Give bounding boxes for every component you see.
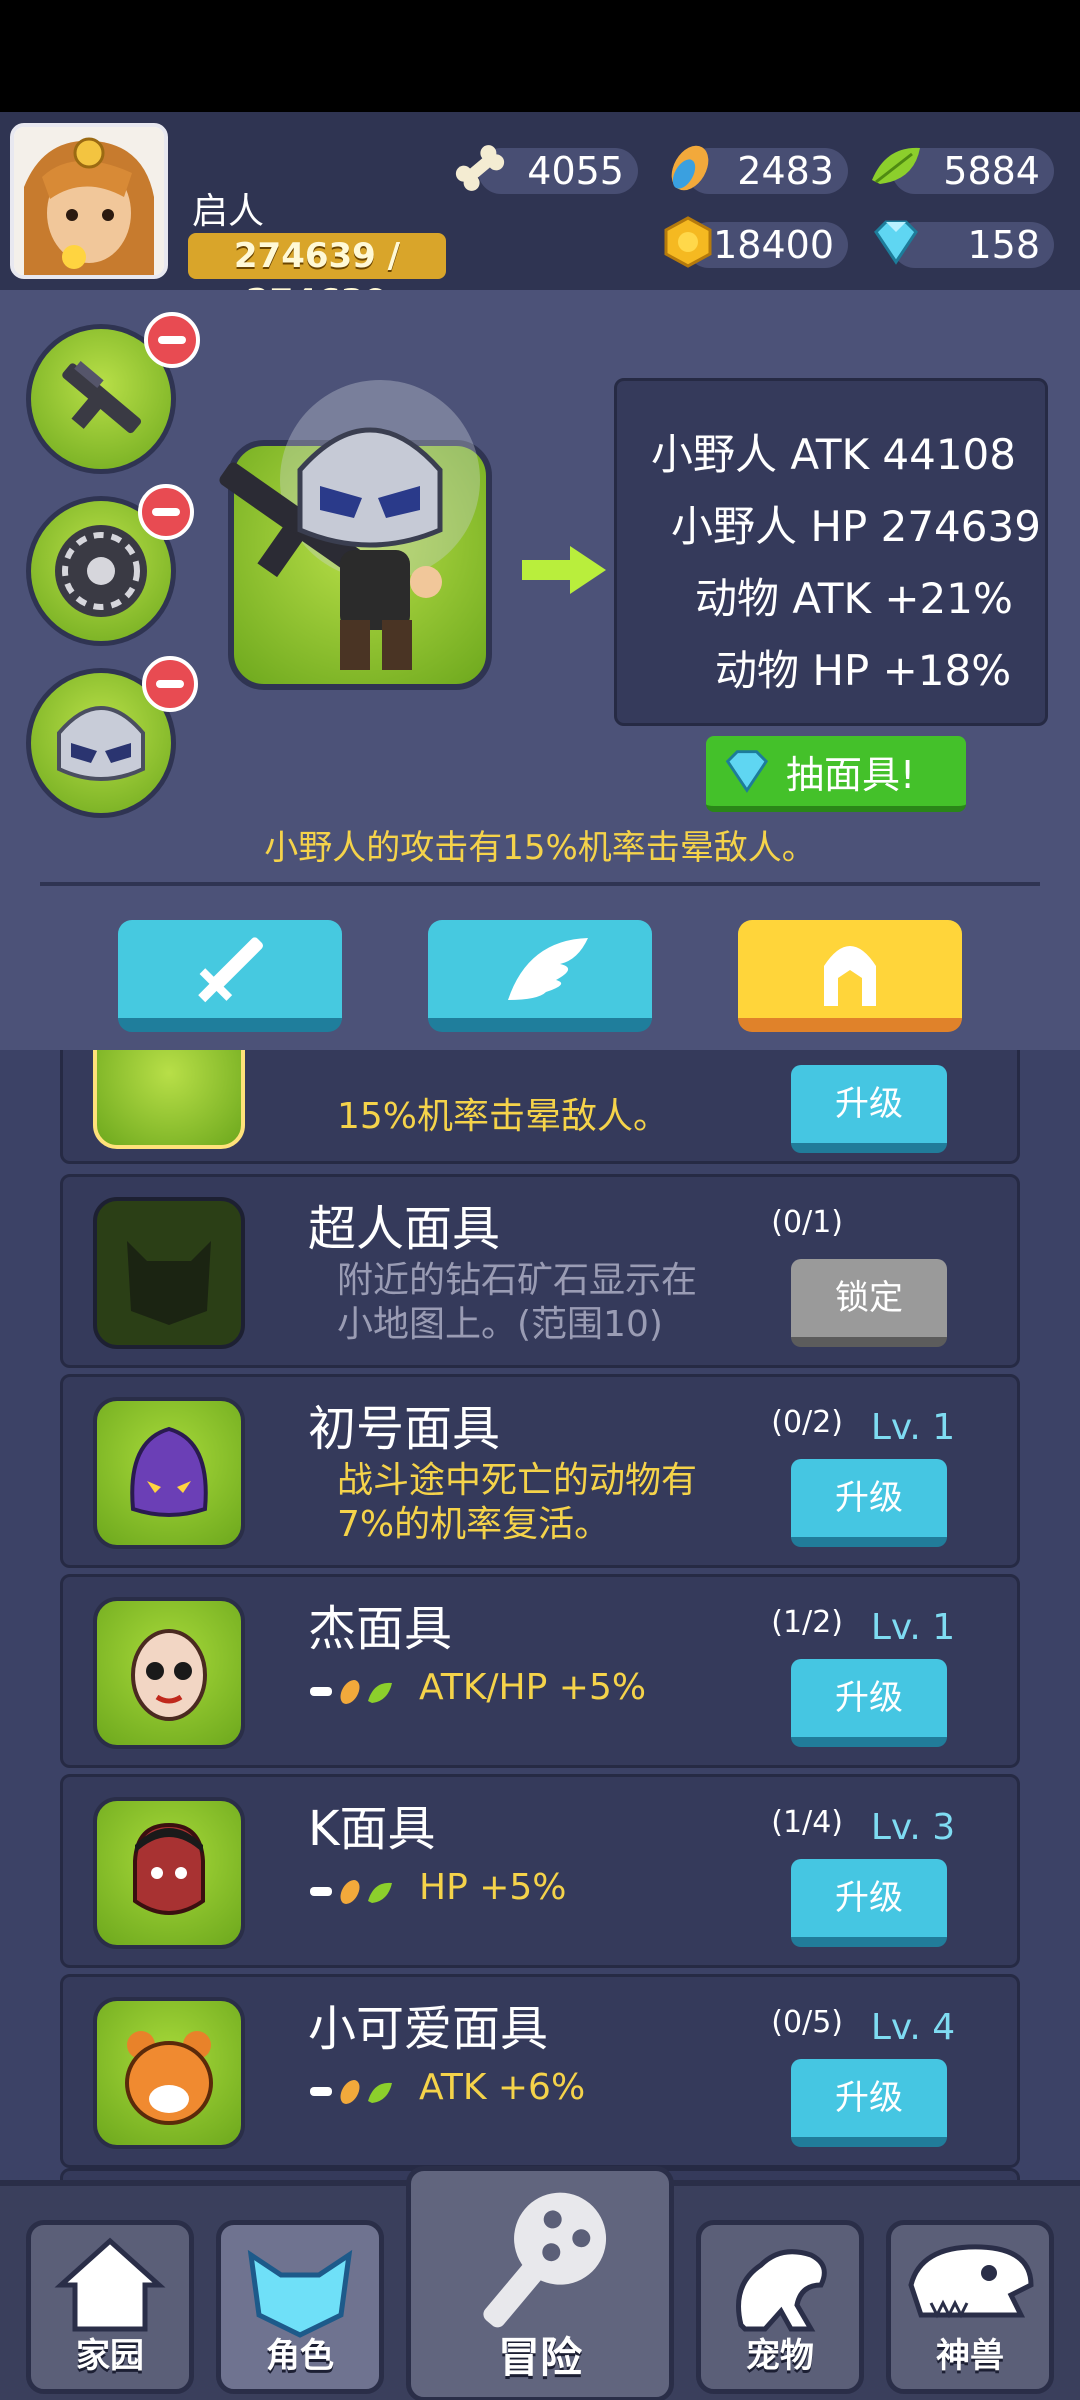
meat-icon xyxy=(660,140,716,196)
mask-count: (1/4) xyxy=(771,1805,843,1840)
divider xyxy=(40,882,1040,886)
arrow-right-icon xyxy=(514,540,614,600)
mask-icon xyxy=(247,2249,353,2338)
locked-button[interactable]: 锁定 xyxy=(791,1259,947,1347)
nav-home-button[interactable]: 家园 xyxy=(26,2220,194,2394)
diamond-icon xyxy=(866,214,922,270)
nav-character-button[interactable]: 角色 xyxy=(216,2220,384,2394)
tab-accessory[interactable] xyxy=(428,920,652,1032)
tab-weapon[interactable] xyxy=(118,920,342,1032)
mask-icon xyxy=(93,1397,245,1549)
mask-icon xyxy=(93,1797,245,1949)
list-item-k-mask: K面具 (1/4) Lv. 3 HP +5% 升级 xyxy=(60,1774,1020,1968)
upgrade-button[interactable]: 升级 xyxy=(791,1859,947,1947)
mask-skill-description: 小野人的攻击有15%机率击晕敌人。 xyxy=(264,828,816,868)
status-bar xyxy=(0,0,1080,112)
upgrade-button[interactable]: 升级 xyxy=(791,1459,947,1547)
upgrade-button[interactable]: 升级 xyxy=(791,2059,947,2147)
house-icon xyxy=(54,2237,166,2332)
wing-icon xyxy=(508,938,588,1000)
nav-adventure-button[interactable]: 冒险 xyxy=(406,2166,674,2400)
diamond-icon xyxy=(718,744,772,802)
resource-mini-icons xyxy=(308,1875,394,1909)
helmet-icon xyxy=(824,946,876,1006)
resource-mini-icons xyxy=(308,2075,394,2109)
hero-character xyxy=(190,360,530,700)
mask-level: Lv. 4 xyxy=(870,2007,956,2048)
list-item-jie-mask: 杰面具 (1/2) Lv. 1 ATK/HP +5% 升级 xyxy=(60,1574,1020,1768)
mask-level: Lv. 1 xyxy=(870,1607,956,1648)
hero-hp-stat: 小野人 HP 274639 xyxy=(671,502,1041,551)
skull-icon xyxy=(908,2244,1034,2319)
player-name: 启人 xyxy=(192,191,265,232)
draw-mask-button[interactable]: 抽面具! xyxy=(706,736,966,812)
animal-hp-stat: 动物 HP +18% xyxy=(715,646,1012,695)
mask-count: (1/2) xyxy=(771,1605,843,1640)
mask-icon xyxy=(93,1597,245,1749)
dinosaur-icon xyxy=(736,2249,827,2332)
bottom-navigation: 家园 角色 冒险 宠物 神兽 xyxy=(0,2166,1080,2400)
resource-mini-icons xyxy=(308,1675,394,1709)
mask-name: 初号面具 xyxy=(308,1401,501,1457)
mask-level: Lv. 3 xyxy=(870,1807,956,1848)
club-icon xyxy=(483,2192,607,2328)
list-item-eva-mask: 初号面具 (0/2) Lv. 1 战斗途中死亡的动物有 7%的机率复活。 升级 xyxy=(60,1374,1020,1568)
list-item-cute-mask: 小可爱面具 (0/5) Lv. 4 ATK +6% 升级 xyxy=(60,1974,1020,2168)
mask-description: 15%机率击晕敌人。 xyxy=(337,1096,670,1137)
upgrade-button[interactable]: 升级 xyxy=(791,1659,947,1747)
mask-bonus: ATK +6% xyxy=(419,2067,586,2108)
hero-atk-stat: 小野人 ATK 44108 xyxy=(651,430,1016,479)
nav-pet-button[interactable]: 宠物 xyxy=(696,2220,864,2394)
mask-count: (0/2) xyxy=(771,1405,843,1440)
mask-count: (0/1) xyxy=(771,1205,843,1240)
mask-icon-locked xyxy=(93,1197,245,1349)
player-avatar[interactable] xyxy=(10,123,168,279)
remove-accessory-button[interactable] xyxy=(138,484,194,540)
mask-description: 附近的钻石矿石显示在 小地图上。(范围10) xyxy=(337,1260,698,1345)
mask-name: 超人面具 xyxy=(308,1201,501,1257)
animal-atk-stat: 动物 ATK +21% xyxy=(695,574,1013,623)
nav-beast-button[interactable]: 神兽 xyxy=(886,2220,1054,2394)
mask-list[interactable]: 15%机率击晕敌人。 升级 超人面具 (0/1) 附近的钻石矿石显示在 小地图上。… xyxy=(0,1050,1080,2180)
mask-count: (0/5) xyxy=(771,2005,843,2040)
mask-bonus: ATK/HP +5% xyxy=(419,1667,647,1708)
mask-level: Lv. 1 xyxy=(870,1407,956,1448)
upgrade-button[interactable]: 升级 xyxy=(791,1065,947,1153)
tab-mask[interactable] xyxy=(738,920,962,1032)
player-hp-bar: 274639 / 274639 xyxy=(188,233,446,322)
draw-mask-label: 抽面具! xyxy=(786,753,916,797)
sword-icon xyxy=(198,937,263,1003)
mask-name: 小可爱面具 xyxy=(308,2001,549,2057)
mask-bonus: HP +5% xyxy=(419,1867,567,1908)
mask-description: 战斗途中死亡的动物有 7%的机率复活。 xyxy=(337,1460,698,1545)
mask-icon xyxy=(93,1997,245,2149)
gold-coin-icon xyxy=(660,214,716,270)
bone-icon xyxy=(452,140,508,196)
list-item-superman-mask: 超人面具 (0/1) 附近的钻石矿石显示在 小地图上。(范围10) 锁定 xyxy=(60,1174,1020,1368)
list-item: 15%机率击晕敌人。 升级 xyxy=(60,1050,1020,1164)
mask-icon xyxy=(93,1050,245,1149)
mask-name: 杰面具 xyxy=(308,1601,453,1657)
mask-name: K面具 xyxy=(308,1801,436,1857)
stats-panel: 小野人 ATK 44108 小野人 HP 274639 动物 ATK +21% … xyxy=(614,378,1048,726)
leaf-icon xyxy=(866,140,922,196)
